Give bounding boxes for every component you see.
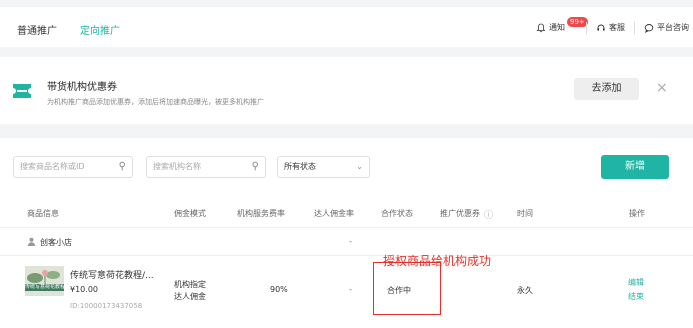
chat-bubble-icon: [644, 23, 654, 33]
top-bar: 普通推广 定向推广 通知 99+ 客服 平台咨询: [0, 7, 693, 47]
validity-time: 永久: [517, 286, 533, 295]
divider: [0, 227, 693, 228]
org-search-input[interactable]: 搜索机构名称 ⚲: [146, 156, 266, 178]
product-search-input[interactable]: 搜索商品名称或ID ⚲: [13, 156, 133, 178]
close-icon[interactable]: ×: [656, 81, 668, 95]
service-rate: 90%: [270, 285, 288, 294]
column-header-time: 时间: [517, 209, 533, 218]
chevron-down-icon: ⌄: [356, 162, 363, 171]
separator: [586, 22, 587, 34]
org-search-placeholder: 搜索机构名称: [153, 162, 201, 171]
product-id: ID:10000173437058: [70, 302, 143, 310]
headset-icon: [597, 24, 605, 31]
talent-rate: -: [349, 285, 352, 294]
column-header-status: 合作状态: [381, 209, 413, 218]
new-button[interactable]: 新增: [601, 155, 669, 179]
shop-name: 创客小店: [40, 238, 72, 247]
platform-consult-label: 平台咨询: [657, 23, 689, 32]
tab-normal-promotion[interactable]: 普通推广: [17, 22, 57, 37]
user-icon: [27, 237, 36, 246]
group-talent-rate: -: [349, 237, 352, 246]
product-thumbnail[interactable]: 传统写意荷花教程: [25, 266, 64, 296]
platform-consult-button[interactable]: 平台咨询: [644, 22, 689, 33]
column-header-actions: 操作: [629, 209, 645, 218]
promotion-list-card: 搜索商品名称或ID ⚲ 搜索机构名称 ⚲ 所有状态 ⌄ 新增 商品信息 佣金模式…: [0, 138, 693, 328]
tab-targeted-promotion[interactable]: 定向推广: [80, 22, 120, 37]
lotus-painting-image: [25, 266, 64, 296]
customer-service-label: 客服: [609, 23, 625, 32]
annotation-highlight-box: [373, 262, 441, 315]
add-coupon-button[interactable]: 去添加: [574, 78, 639, 100]
annotation-text: 授权商品给机构成功: [383, 254, 492, 268]
coupon-card: 带货机构优惠券 为机构推广商品添加优惠券，添加后将加速商品曝光，被更多机构推广 …: [0, 57, 693, 124]
product-price: ¥10.00: [70, 285, 98, 294]
column-header-commission-mode: 佣金模式: [174, 209, 206, 218]
thumbnail-caption: 传统写意荷花教程: [25, 284, 64, 291]
ticket-icon: [13, 84, 31, 98]
product-title[interactable]: 传统写意荷花教程/...: [70, 268, 154, 281]
product-search-placeholder: 搜索商品名称或ID: [20, 162, 85, 171]
column-header-coupon: 推广优惠券: [440, 209, 480, 218]
notification-badge: 99+: [567, 17, 588, 27]
coupon-title: 带货机构优惠券: [47, 82, 117, 93]
edit-link[interactable]: 编辑: [628, 277, 644, 288]
notification-label: 通知: [549, 23, 565, 32]
column-header-service-rate: 机构服务费率: [237, 209, 285, 218]
status-select-value: 所有状态: [284, 162, 316, 171]
customer-service-button[interactable]: 客服: [596, 22, 625, 33]
coupon-description: 为机构推广商品添加优惠券，添加后将加速商品曝光，被更多机构推广: [47, 98, 264, 106]
separator: [634, 22, 635, 34]
search-icon[interactable]: ⚲: [119, 157, 126, 177]
help-circle-icon[interactable]: ⓘ: [484, 208, 493, 221]
bell-icon: [536, 23, 546, 32]
commission-mode-line2: 达人佣金: [174, 292, 206, 301]
search-icon[interactable]: ⚲: [252, 157, 259, 177]
column-header-product: 商品信息: [27, 209, 59, 218]
column-header-talent-rate: 达人佣金率: [314, 209, 354, 218]
commission-mode-line1: 机构指定: [174, 280, 206, 289]
status-select[interactable]: 所有状态 ⌄: [277, 156, 370, 178]
divider: [0, 255, 693, 256]
notification-button[interactable]: 通知: [536, 22, 565, 33]
end-link[interactable]: 结束: [628, 291, 644, 302]
